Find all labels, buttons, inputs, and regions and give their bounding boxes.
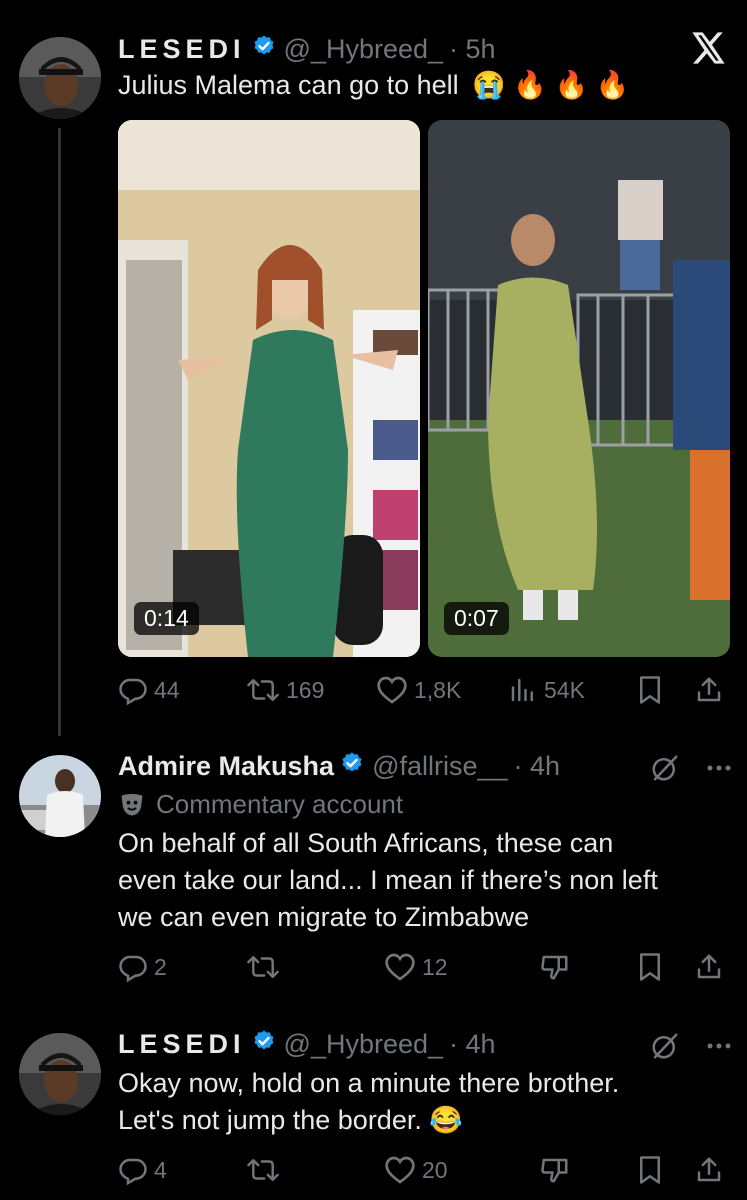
repost-button[interactable] xyxy=(246,947,286,987)
crying-emoji: 😭 xyxy=(472,70,506,100)
fire-emoji: 🔥 xyxy=(554,70,589,100)
verified-badge-icon xyxy=(252,34,276,65)
downvote-button[interactable] xyxy=(540,947,576,987)
verified-badge-icon xyxy=(340,751,364,782)
video-duration: 0:07 xyxy=(444,602,509,635)
thread-line-1 xyxy=(58,128,61,736)
timestamp[interactable]: · 4h xyxy=(449,1029,496,1060)
laughing-emoji: 😂 xyxy=(429,1105,463,1135)
heart-icon xyxy=(385,953,415,981)
downvote-button[interactable] xyxy=(540,1150,576,1190)
bookmark-button[interactable] xyxy=(636,670,670,710)
heart-icon xyxy=(377,676,407,704)
bookmark-icon xyxy=(640,953,660,981)
tweet-text: Julius Malema can go to hell 😭 🔥 🔥 🔥 xyxy=(118,70,630,100)
reply-text: On behalf of all South Africans, these c… xyxy=(118,828,658,932)
tweet-header: LESEDI @_Hybreed_ · 5h xyxy=(118,34,496,65)
like-button[interactable]: 20 xyxy=(384,1150,448,1190)
share-button[interactable] xyxy=(694,670,730,710)
repost-icon xyxy=(247,956,279,978)
video-thumbnail-2[interactable]: 0:07 xyxy=(428,120,730,657)
more-icon[interactable] xyxy=(706,1041,732,1051)
reply-button[interactable]: 4 xyxy=(118,1150,167,1190)
handle[interactable]: @fallrise__ xyxy=(372,751,507,782)
views-button[interactable]: 54K xyxy=(508,670,585,710)
verified-badge-icon xyxy=(252,1029,276,1060)
downvote-icon xyxy=(541,955,568,980)
reply-icon xyxy=(119,1158,147,1185)
handle[interactable]: @_Hybreed_ xyxy=(284,1029,444,1060)
share-icon xyxy=(697,677,721,702)
reply-header: LESEDI @_Hybreed_ · 4h xyxy=(118,1029,496,1060)
more-icon[interactable] xyxy=(706,763,732,773)
downvote-icon xyxy=(541,1158,568,1183)
reply-button[interactable]: 2 xyxy=(118,947,167,987)
display-name[interactable]: Admire Makusha xyxy=(118,751,334,782)
repost-icon xyxy=(247,1159,279,1181)
share-icon xyxy=(697,954,721,979)
x-logo-icon[interactable] xyxy=(692,32,726,69)
reply-icon xyxy=(119,678,147,705)
repost-icon xyxy=(247,679,279,701)
reply-icon xyxy=(119,955,147,982)
display-name[interactable]: LESEDI xyxy=(118,1029,246,1060)
reply-top-icons xyxy=(650,753,732,783)
avatar[interactable] xyxy=(19,37,101,119)
share-icon xyxy=(697,1157,721,1182)
timestamp[interactable]: · 4h xyxy=(514,751,561,782)
like-button[interactable]: 1,8K xyxy=(376,670,461,710)
fire-emoji: 🔥 xyxy=(513,70,547,100)
views-icon xyxy=(511,678,533,702)
bookmark-button[interactable] xyxy=(636,947,670,987)
bookmark-icon xyxy=(640,1156,660,1184)
reply-text: Okay now, hold on a minute there brother… xyxy=(118,1068,620,1135)
grok-icon[interactable] xyxy=(650,753,680,783)
fire-emoji: 🔥 xyxy=(595,70,630,100)
bookmark-icon xyxy=(640,676,660,704)
avatar[interactable] xyxy=(19,755,101,837)
share-button[interactable] xyxy=(694,947,730,987)
heart-icon xyxy=(385,1156,415,1184)
avatar[interactable] xyxy=(19,1033,101,1115)
handle[interactable]: @_Hybreed_ xyxy=(284,34,444,65)
video-duration: 0:14 xyxy=(134,602,199,635)
reply-header: Admire Makusha @fallrise__ · 4h xyxy=(118,751,560,782)
commentary-masks-icon xyxy=(121,793,143,815)
reply-button[interactable]: 44 xyxy=(118,670,180,710)
repost-button[interactable] xyxy=(246,1150,286,1190)
reply-top-icons xyxy=(650,1031,732,1061)
video-thumbnail-1[interactable]: 0:14 xyxy=(118,120,420,657)
like-button[interactable]: 12 xyxy=(384,947,448,987)
reply-actions: 2 12 xyxy=(118,947,726,987)
reply-actions: 4 20 xyxy=(118,1150,726,1190)
share-button[interactable] xyxy=(694,1150,730,1190)
bookmark-button[interactable] xyxy=(636,1150,670,1190)
grok-icon[interactable] xyxy=(650,1031,680,1061)
display-name[interactable]: LESEDI xyxy=(118,34,246,65)
repost-button[interactable]: 169 xyxy=(246,670,324,710)
timestamp[interactable]: · 5h xyxy=(449,34,496,65)
tweet-actions: 44 169 1,8K 54K xyxy=(118,670,726,710)
commentary-label: Commentary account xyxy=(118,789,403,820)
